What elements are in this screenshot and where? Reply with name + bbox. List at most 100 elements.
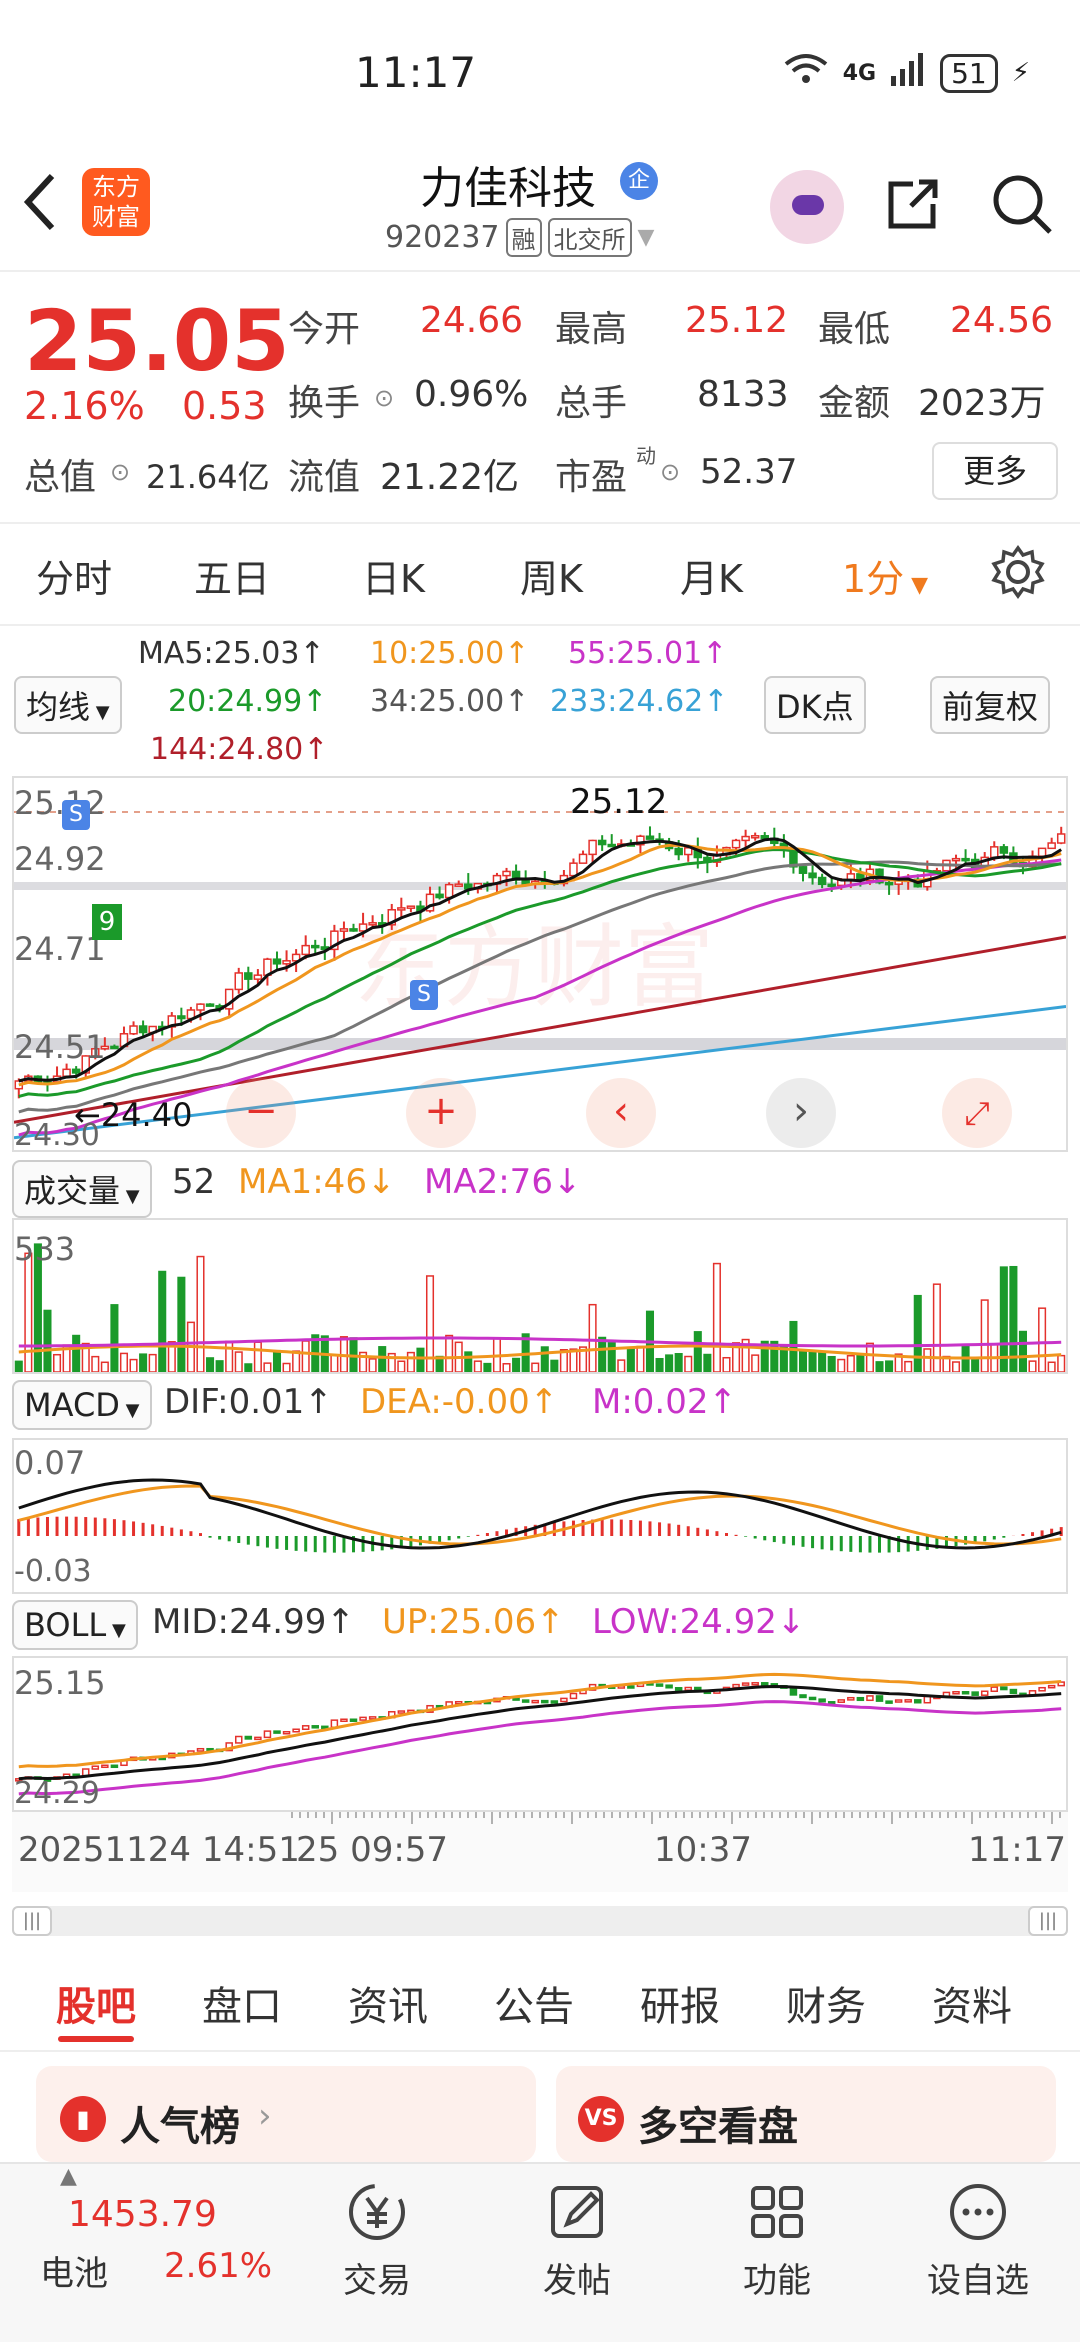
chart-bar-icon: ▮ xyxy=(60,2096,106,2142)
info-icon[interactable]: ⊙ xyxy=(110,458,130,486)
candle-body xyxy=(502,870,511,877)
nav-post-label: 发帖 xyxy=(543,2261,611,2301)
dropdown-icon: ▼ xyxy=(904,573,929,598)
boll-candle xyxy=(952,1691,960,1695)
sell-signal-badge[interactable]: S xyxy=(62,800,90,830)
pe-superscript: 动 xyxy=(636,444,656,468)
volume-bar xyxy=(406,1351,415,1372)
adjust-button[interactable]: 前复权 xyxy=(930,676,1051,734)
network-type: 4G xyxy=(842,60,877,86)
tab-intraday[interactable]: 分时 xyxy=(36,548,112,603)
chevron-up-icon[interactable]: ▲ xyxy=(60,2164,77,2189)
nav-watchlist[interactable]: 设自选 xyxy=(918,2180,1038,2302)
candle-body xyxy=(731,839,741,849)
time-axis: 20251124 14:51 25 09:57 10:37 11:17 xyxy=(12,1812,1068,1892)
stock-name: 力佳科技 xyxy=(420,163,596,214)
tab-news[interactable]: 资讯 xyxy=(348,1974,428,2032)
volume-bar xyxy=(110,1304,119,1372)
candle-body xyxy=(999,846,1009,854)
volume-bar xyxy=(913,1294,922,1372)
dropdown-icon[interactable]: ▼ xyxy=(638,225,655,250)
candle-body xyxy=(674,847,683,856)
boll-chart[interactable]: 25.15 24.29 xyxy=(12,1656,1068,1812)
candle-body xyxy=(339,928,349,932)
candle-body xyxy=(444,883,454,899)
nav-post[interactable]: 发帖 xyxy=(522,2180,632,2302)
boll-selector[interactable]: BOLL ▼ xyxy=(12,1600,138,1650)
more-button[interactable]: 更多 xyxy=(932,442,1058,500)
quote-panel: 25.05 2.16% 0.53 今开 24.66 最高 25.12 最低 24… xyxy=(0,272,1080,524)
index-percent[interactable]: 2.61% xyxy=(164,2246,272,2286)
popularity-card[interactable]: ▮ 人气榜 › xyxy=(36,2066,536,2162)
volume-bar xyxy=(445,1334,454,1372)
sell-signal-badge[interactable]: S xyxy=(410,980,438,1010)
zoom-in-icon[interactable]: + xyxy=(406,1078,476,1148)
boll-candle xyxy=(531,1699,539,1704)
change-amount: 0.53 xyxy=(182,384,267,428)
float-value: 21.22亿 xyxy=(380,457,520,498)
volume-bar xyxy=(512,1357,521,1372)
stock-code-row: 920237 融 北交所 ▼ xyxy=(385,218,654,257)
volume-bar xyxy=(655,1357,664,1372)
boll-candle xyxy=(368,1716,377,1720)
scroll-handle-right[interactable]: ||| xyxy=(1028,1906,1068,1936)
tab-orderbook[interactable]: 盘口 xyxy=(202,1974,282,2032)
volume-bar xyxy=(378,1346,387,1372)
volume-selector[interactable]: 成交量 ▼ xyxy=(12,1160,152,1218)
volume-value: 8133 xyxy=(697,374,789,415)
tab-forum[interactable]: 股吧 xyxy=(56,1974,136,2032)
long-short-card[interactable]: VS 多空看盘 xyxy=(556,2066,1056,2162)
volume-bar xyxy=(722,1356,731,1372)
main-kline-chart[interactable]: 东方财富 25.12 24.92 24.71 24.51 24.30 25.12… xyxy=(12,776,1068,1153)
chart-scrollbar[interactable]: ||| ||| xyxy=(12,1906,1068,1936)
volume-bar xyxy=(263,1362,272,1372)
back-icon[interactable] xyxy=(20,170,60,245)
volume-bar xyxy=(502,1363,511,1372)
candle-body xyxy=(177,1015,186,1020)
candle-body xyxy=(645,835,655,840)
tab-profile[interactable]: 资料 xyxy=(932,1974,1012,2032)
boll-candle xyxy=(1047,1684,1056,1689)
macd-selector[interactable]: MACD ▼ xyxy=(12,1380,152,1430)
active-tab-indicator xyxy=(58,2036,134,2042)
candle-body xyxy=(110,1045,119,1050)
settings-gear-icon[interactable] xyxy=(990,544,1046,604)
macd-chart[interactable]: 0.07 -0.03 xyxy=(12,1438,1068,1594)
tab-finance[interactable]: 财务 xyxy=(786,1974,866,2032)
low-marker: ←24.40 xyxy=(74,1096,193,1134)
volume-bar xyxy=(119,1352,129,1372)
tab-five-day[interactable]: 五日 xyxy=(194,548,270,603)
tab-announcements[interactable]: 公告 xyxy=(494,1974,574,2032)
info-icon[interactable]: ⊙ xyxy=(374,384,394,412)
scroll-handle-left[interactable]: ||| xyxy=(12,1906,52,1936)
tab-research[interactable]: 研报 xyxy=(640,1974,720,2032)
boll-candle xyxy=(665,1684,673,1689)
scroll-right-icon[interactable]: › xyxy=(766,1078,836,1148)
zoom-out-icon[interactable]: − xyxy=(226,1078,296,1148)
fullscreen-icon[interactable]: ⤢ xyxy=(942,1078,1012,1148)
index-name[interactable]: 电池 xyxy=(40,2246,108,2295)
candle-body xyxy=(301,944,310,956)
boll-candle xyxy=(856,1696,865,1702)
candle-body xyxy=(138,1025,148,1034)
volume-bar xyxy=(818,1352,827,1372)
volume-bar xyxy=(971,1357,980,1372)
tab-week-k[interactable]: 周K xyxy=(520,548,583,603)
volume-chart[interactable]: 533 xyxy=(12,1218,1068,1374)
info-icon[interactable]: ⊙ xyxy=(660,458,680,486)
dk-point-button[interactable]: DK点 xyxy=(764,676,866,734)
tab-one-minute[interactable]: 1分 ▼ xyxy=(842,548,928,603)
margin-tag: 融 xyxy=(505,218,542,257)
scroll-left-icon[interactable]: ‹ xyxy=(586,1078,656,1148)
ma-selector[interactable]: 均线 ▼ xyxy=(14,676,122,734)
tab-month-k[interactable]: 月K xyxy=(680,548,743,603)
boll-candle xyxy=(760,1682,769,1686)
nav-trade[interactable]: 交易 xyxy=(322,2180,432,2302)
share-icon[interactable] xyxy=(885,176,941,232)
search-icon[interactable] xyxy=(990,172,1054,236)
status-bar: 11:17 4G 51 ⚡ xyxy=(0,0,1080,140)
index-value[interactable]: 1453.79 xyxy=(68,2194,217,2235)
tab-day-k[interactable]: 日K xyxy=(362,548,425,603)
nav-function[interactable]: 功能 xyxy=(722,2180,832,2302)
boll-candle xyxy=(254,1736,262,1741)
